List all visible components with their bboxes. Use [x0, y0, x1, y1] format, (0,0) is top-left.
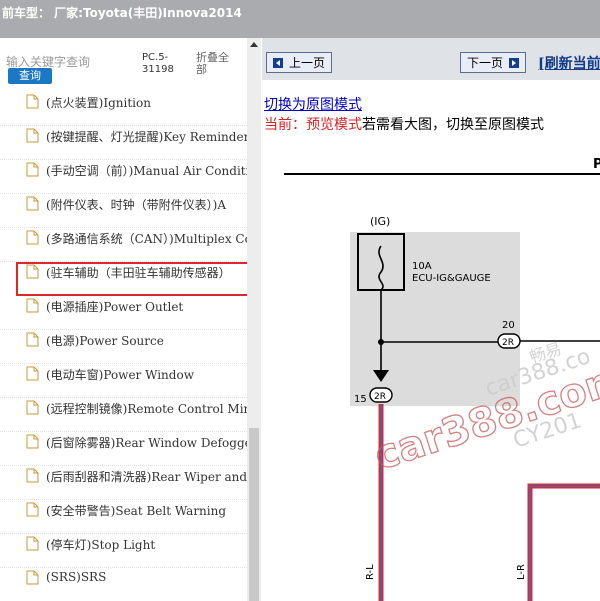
tree-item[interactable]: (电源)Power Source: [0, 330, 247, 364]
pin-20-label: 20: [502, 320, 515, 331]
window-title: 前车型： 厂家:Toyota(丰田)Innova2014: [0, 0, 600, 38]
fuse-amp-label: 10A: [412, 261, 432, 272]
tree-item-label: (多路通信系统（CAN）)Multiplex Communication: [46, 232, 247, 246]
document-tree: (点火装置)Ignition (按键提醒、灯光提醒)Key Reminder (手动…: [0, 92, 247, 601]
tree-item[interactable]: (附件仪表、时钟（带附件仪表）)A: [0, 194, 247, 228]
tree-item-label: (远程控制镜像)Remote Control Mirror: [46, 402, 247, 416]
tree-item-label: (SRS)SRS: [46, 570, 107, 584]
tree-item-label: (后雨刮器和清洗器)Rear Wiper and: [46, 470, 247, 484]
document-icon: [26, 94, 39, 109]
document-code: PC.5-31198: [142, 52, 174, 75]
diagram-header-letter: P: [593, 157, 600, 172]
document-icon: [26, 468, 39, 483]
connector-2r-bottom-label: 2R: [374, 392, 386, 402]
tree-item-selected[interactable]: (驻车辅助（丰田驻车辅助传感器）: [16, 262, 247, 296]
tree-item[interactable]: (停车灯)Stop Light: [0, 534, 247, 568]
tree-item[interactable]: (远程控制镜像)Remote Control Mirror: [0, 398, 247, 432]
arrow-left-icon: [272, 57, 283, 68]
tree-item-label: (驻车辅助（丰田驻车辅助传感器）: [46, 266, 231, 280]
fuse-name-label: ECU-IG&GAUGE: [412, 273, 491, 284]
tree-item-label: (安全带警告)Seat Belt Warning: [46, 504, 227, 518]
wire-lr-outer: [527, 483, 600, 601]
tree-item[interactable]: (安全带警告)Seat Belt Warning: [0, 500, 247, 534]
document-icon: [26, 196, 39, 211]
switch-original-mode-link[interactable]: 切换为原图模式: [264, 94, 362, 114]
document-icon: [26, 332, 39, 347]
document-icon: [26, 400, 39, 415]
tree-item-label: (电源)Power Source: [46, 334, 164, 348]
wire-rl-label: R-L: [365, 564, 376, 580]
document-icon: [26, 264, 39, 279]
mode-hint: 若需看大图，切换至原图模式: [362, 117, 544, 133]
document-icon: [26, 128, 39, 143]
prev-page-button[interactable]: 上一页: [266, 52, 332, 73]
search-button[interactable]: 查询: [8, 68, 52, 84]
tree-scrollbar[interactable]: [247, 38, 261, 601]
document-icon: [26, 366, 39, 381]
tree-item-label: (电动车窗)Power Window: [46, 368, 194, 382]
mode-current: 当前：预览模式: [264, 117, 362, 133]
collapse-all-button[interactable]: 折叠全部: [196, 52, 236, 76]
tree-item[interactable]: (SRS)SRS: [0, 568, 247, 601]
pin-15-label: 15: [354, 394, 367, 405]
wiring-diagram: P (IG) 10A ECU-IG&GAUGE 20 2R 15 2R R-L …: [284, 157, 600, 601]
tree-item-label: (停车灯)Stop Light: [46, 538, 156, 552]
tree-item[interactable]: (后雨刮器和清洗器)Rear Wiper and: [0, 466, 247, 500]
tree-item[interactable]: (手动空调（前）)Manual Air Conditioning: [0, 160, 247, 194]
document-icon: [26, 570, 39, 585]
sidebar: 查询 PC.5-31198 折叠全部 (点火装置)Ignition (按键提醒、灯…: [0, 38, 261, 601]
tree-item-label: (按键提醒、灯光提醒)Key Reminder: [46, 130, 247, 144]
document-icon: [26, 162, 39, 177]
wire-lr-label: L-R: [516, 564, 527, 580]
tree-item-label: (附件仪表、时钟（带附件仪表）)A: [46, 198, 227, 212]
tree-item[interactable]: (按键提醒、灯光提醒)Key Reminder: [0, 126, 247, 160]
ig-label: (IG): [370, 215, 390, 228]
document-icon: [26, 536, 39, 551]
connector-2r-right-label: 2R: [502, 338, 514, 348]
tree-item[interactable]: (点火装置)Ignition: [0, 92, 247, 126]
tree-item-label: (手动空调（前）)Manual Air Conditioning: [46, 164, 247, 178]
document-icon: [26, 230, 39, 245]
scroll-up-arrow-icon[interactable]: [247, 38, 261, 52]
document-icon: [26, 298, 39, 313]
tree-item[interactable]: (后窗除雾器)Rear Window Defogger: [0, 432, 247, 466]
next-page-button[interactable]: 下一页: [460, 52, 526, 73]
tree-item-label: (后窗除雾器)Rear Window Defogger: [46, 436, 247, 450]
tree-item-label: (点火装置)Ignition: [46, 96, 151, 110]
mode-status: 当前：预览模式若需看大图，切换至原图模式: [264, 114, 544, 134]
viewer-panel: 上一页 下一页 [刷新当前 切换为原图模式 当前：预览模式若需看大图，切换至原图…: [262, 38, 600, 601]
refresh-current-link[interactable]: [刷新当前: [538, 53, 600, 73]
prev-page-label: 上一页: [288, 56, 325, 70]
search-area: 查询 PC.5-31198 折叠全部: [0, 38, 261, 92]
viewer-toolbar: 上一页 下一页 [刷新当前: [262, 38, 600, 80]
arrow-right-icon: [509, 57, 519, 68]
tree-item[interactable]: (电源插座)Power Outlet: [0, 296, 247, 330]
next-page-label: 下一页: [466, 56, 503, 70]
scroll-thumb[interactable]: [249, 428, 259, 601]
wire-lr-inner: [529, 485, 600, 601]
document-icon: [26, 502, 39, 517]
tree-item[interactable]: (电动车窗)Power Window: [0, 364, 247, 398]
tree-item[interactable]: (多路通信系统（CAN）)Multiplex Communication: [0, 228, 247, 262]
document-icon: [26, 434, 39, 449]
tree-item-label: (电源插座)Power Outlet: [46, 300, 184, 314]
